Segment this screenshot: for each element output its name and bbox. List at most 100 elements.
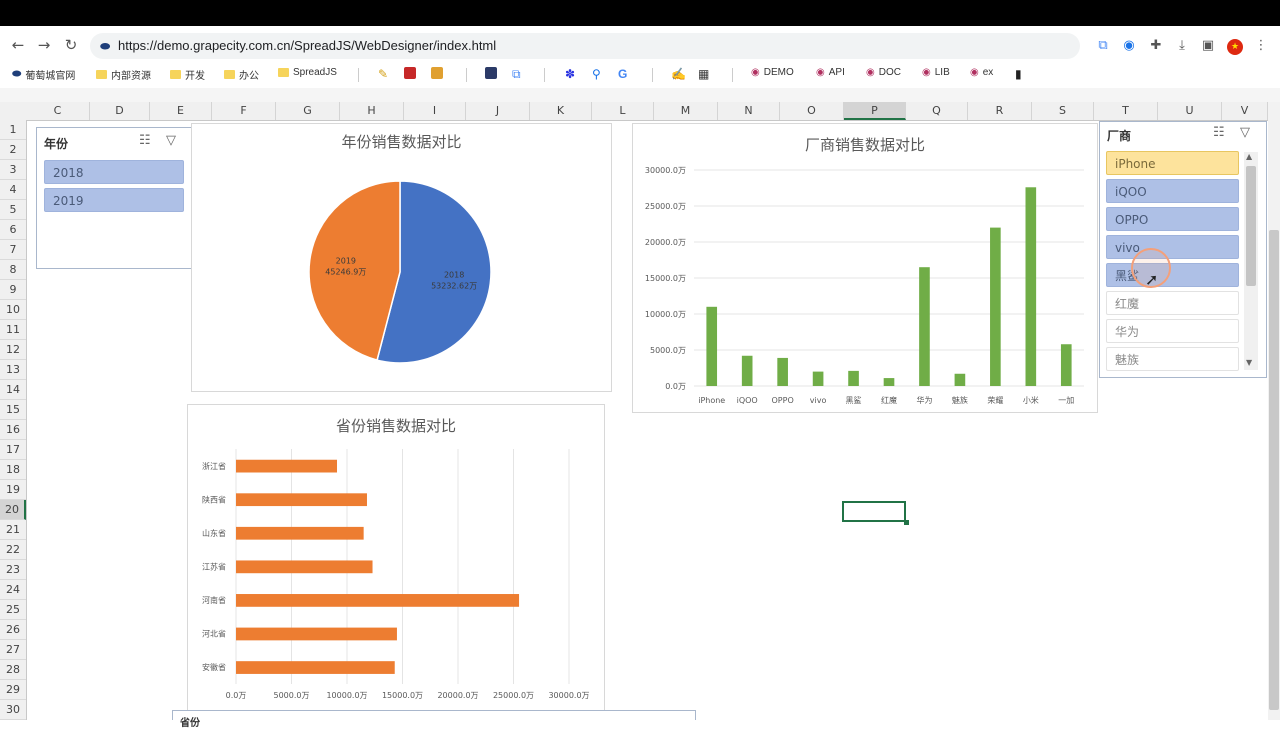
column-header-N[interactable]: N bbox=[718, 102, 780, 120]
bookmark-ex[interactable]: ◉ ex bbox=[970, 67, 993, 78]
row-header-20[interactable]: 20 bbox=[0, 500, 26, 520]
book-icon[interactable]: ▮ bbox=[1015, 67, 1022, 81]
column-header-J[interactable]: J bbox=[466, 102, 530, 120]
row-header-12[interactable]: 12 bbox=[0, 340, 26, 360]
row-header-6[interactable]: 6 bbox=[0, 220, 26, 240]
column-header-G[interactable]: G bbox=[276, 102, 340, 120]
selected-cell-p20[interactable] bbox=[842, 501, 906, 522]
bookmark-grapecity[interactable]: ⬬ 葡萄城官网 bbox=[12, 67, 75, 82]
menu-icon[interactable]: ⋮ bbox=[1252, 37, 1270, 55]
column-header-M[interactable]: M bbox=[654, 102, 718, 120]
fill-handle[interactable] bbox=[904, 520, 909, 525]
back-icon[interactable]: ← bbox=[9, 36, 27, 54]
paw-icon[interactable]: ✽ bbox=[565, 67, 575, 81]
row-header-21[interactable]: 21 bbox=[0, 520, 26, 540]
row-header-19[interactable]: 19 bbox=[0, 480, 26, 500]
column-header-L[interactable]: L bbox=[592, 102, 654, 120]
clear-filter-icon[interactable]: ▽ bbox=[1240, 125, 1250, 140]
row-header-18[interactable]: 18 bbox=[0, 460, 26, 480]
column-header-T[interactable]: T bbox=[1094, 102, 1158, 120]
slicer-item-iqoo[interactable]: iQOO bbox=[1106, 179, 1239, 203]
column-header-H[interactable]: H bbox=[340, 102, 404, 120]
bookmark-box-icon[interactable] bbox=[431, 67, 443, 79]
reload-icon[interactable]: ↻ bbox=[62, 36, 80, 54]
row-header-7[interactable]: 7 bbox=[0, 240, 26, 260]
google-icon[interactable]: G bbox=[618, 67, 627, 81]
row-header-17[interactable]: 17 bbox=[0, 440, 26, 460]
column-header-V[interactable]: V bbox=[1222, 102, 1268, 120]
row-header-3[interactable]: 3 bbox=[0, 160, 26, 180]
slicer-item-heisha[interactable]: 黑鲨 bbox=[1106, 263, 1239, 287]
slicer-item-meizu[interactable]: 魅族 bbox=[1106, 347, 1239, 371]
edit-icon[interactable]: ✍ bbox=[671, 67, 686, 81]
slicer-scrollbar-thumb[interactable] bbox=[1246, 166, 1256, 286]
column-header-K[interactable]: K bbox=[530, 102, 592, 120]
column-header-U[interactable]: U bbox=[1158, 102, 1222, 120]
column-header-S[interactable]: S bbox=[1032, 102, 1094, 120]
slicer-item-huawei[interactable]: 华为 bbox=[1106, 319, 1239, 343]
profile-avatar[interactable]: ★ bbox=[1226, 37, 1244, 55]
grid-icon[interactable]: ▦ bbox=[698, 67, 709, 81]
row-header-28[interactable]: 28 bbox=[0, 660, 26, 680]
row-header-25[interactable]: 25 bbox=[0, 600, 26, 620]
slicer-item-hongmo[interactable]: 红魔 bbox=[1106, 291, 1239, 315]
row-header-9[interactable]: 9 bbox=[0, 280, 26, 300]
slicer-province[interactable] bbox=[172, 710, 696, 720]
row-header-14[interactable]: 14 bbox=[0, 380, 26, 400]
row-header-27[interactable]: 27 bbox=[0, 640, 26, 660]
row-header-15[interactable]: 15 bbox=[0, 400, 26, 420]
url-text[interactable]: https://demo.grapecity.com.cn/SpreadJS/W… bbox=[118, 38, 496, 53]
multi-select-icon[interactable]: ☷ bbox=[1213, 125, 1225, 140]
slicer-item-2018[interactable]: 2018 bbox=[44, 160, 184, 184]
bookmark-internal[interactable]: 内部资源 bbox=[96, 67, 151, 82]
row-header-8[interactable]: 8 bbox=[0, 260, 26, 280]
search-icon[interactable]: ⚲ bbox=[592, 67, 601, 81]
bookmark-dev[interactable]: 开发 bbox=[170, 67, 205, 82]
bookmark-red-icon[interactable] bbox=[404, 67, 416, 79]
translate-icon[interactable]: ⧉ bbox=[512, 67, 521, 82]
forward-icon[interactable]: → bbox=[35, 36, 53, 54]
column-header-O[interactable]: O bbox=[780, 102, 844, 120]
row-header-10[interactable]: 10 bbox=[0, 300, 26, 320]
translate-icon[interactable]: ⧉ bbox=[1094, 37, 1112, 55]
row-header-30[interactable]: 30 bbox=[0, 700, 26, 720]
row-header-4[interactable]: 4 bbox=[0, 180, 26, 200]
column-header-Q[interactable]: Q bbox=[906, 102, 968, 120]
extension-icon[interactable]: ◉ bbox=[1120, 37, 1138, 55]
clear-filter-icon[interactable]: ▽ bbox=[166, 133, 176, 148]
column-header-R[interactable]: R bbox=[968, 102, 1032, 120]
slicer-item-2019[interactable]: 2019 bbox=[44, 188, 184, 212]
row-header-1[interactable]: 1 bbox=[0, 120, 26, 140]
column-header-E[interactable]: E bbox=[150, 102, 212, 120]
column-header-D[interactable]: D bbox=[90, 102, 150, 120]
download-icon[interactable]: ⤓ bbox=[1173, 37, 1191, 55]
row-header-11[interactable]: 11 bbox=[0, 320, 26, 340]
puzzle-icon[interactable]: ✚ bbox=[1147, 37, 1165, 55]
row-header-29[interactable]: 29 bbox=[0, 680, 26, 700]
column-header-C[interactable]: C bbox=[26, 102, 90, 120]
slicer-item-iphone[interactable]: iPhone bbox=[1106, 151, 1239, 175]
column-header-P[interactable]: P bbox=[844, 102, 906, 120]
row-header-13[interactable]: 13 bbox=[0, 360, 26, 380]
row-header-16[interactable]: 16 bbox=[0, 420, 26, 440]
bookmark-lib[interactable]: ◉ LIB bbox=[922, 67, 950, 78]
row-header-22[interactable]: 22 bbox=[0, 540, 26, 560]
row-header-5[interactable]: 5 bbox=[0, 200, 26, 220]
bookmark-demo[interactable]: ◉ DEMO bbox=[751, 67, 794, 78]
scroll-up-icon[interactable]: ▲ bbox=[1246, 152, 1252, 161]
column-header-F[interactable]: F bbox=[212, 102, 276, 120]
vertical-scrollbar-thumb[interactable] bbox=[1269, 230, 1279, 710]
pencil-icon[interactable]: ✎ bbox=[378, 67, 388, 81]
slicer-item-vivo[interactable]: vivo bbox=[1106, 235, 1239, 259]
column-header-I[interactable]: I bbox=[404, 102, 466, 120]
sidebar-icon[interactable]: ▣ bbox=[1199, 37, 1217, 55]
bookmark-hex-icon[interactable] bbox=[485, 67, 497, 79]
scroll-down-icon[interactable]: ▼ bbox=[1246, 358, 1252, 367]
multi-select-icon[interactable]: ☷ bbox=[139, 133, 151, 148]
row-header-2[interactable]: 2 bbox=[0, 140, 26, 160]
slicer-item-oppo[interactable]: OPPO bbox=[1106, 207, 1239, 231]
bookmark-spreadjs[interactable]: SpreadJS bbox=[278, 67, 337, 78]
bookmark-doc[interactable]: ◉ DOC bbox=[866, 67, 901, 78]
row-header-24[interactable]: 24 bbox=[0, 580, 26, 600]
row-header-23[interactable]: 23 bbox=[0, 560, 26, 580]
